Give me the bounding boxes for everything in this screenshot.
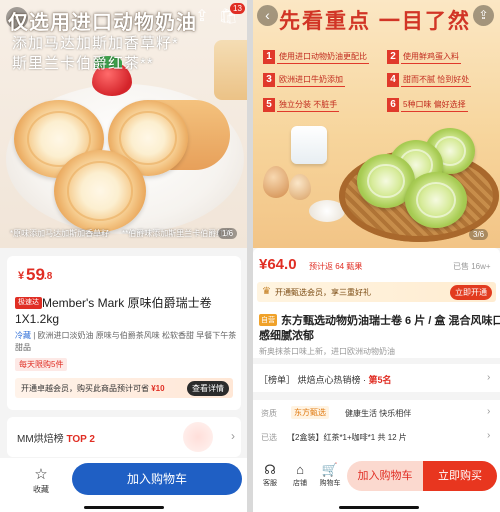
qualification-text: 健康生活 快乐相伴: [345, 409, 412, 418]
share-icon[interactable]: ⇪: [473, 5, 494, 26]
feature-item: 5 独立分装 不脏手: [263, 98, 340, 112]
cart-icon: 🛒: [321, 462, 339, 477]
product-hero-image[interactable]: ‹ 先看重点 一目了然 ⇪ 1 使用进口动物奶油更配比 2 使用鲜鸡蛋入料 3 欧洲进…: [253, 0, 500, 248]
sold-count: 已售 16w+: [453, 262, 491, 271]
image-pager: 3/6: [469, 229, 489, 240]
cart-count-badge: 13: [230, 3, 245, 14]
ranking-text: ［榜单］ 烘焙点心热销榜 · 第5名: [259, 375, 392, 385]
product-hero-image[interactable]: ‹ 仅选用进口动物奶油 添加马达加斯加香草籽* 斯里兰卡伯爵红茶** ⇪ 🛍 1…: [0, 0, 247, 248]
cake-roll-slice: [54, 150, 146, 232]
hero-title-line1: 仅选用进口动物奶油: [8, 12, 197, 34]
membership-banner[interactable]: 开通卓越会员，购买此商品预计可省 ¥10 查看详情: [15, 378, 233, 398]
open-membership-button[interactable]: 立即开通: [450, 285, 492, 300]
ranking-badge-icon: [183, 422, 213, 452]
spec-section: 资质 东方甄选 健康生活 快乐相伴 › 已选 【2盒装】红茶*1+咖啡*1 共 …: [253, 400, 500, 460]
selected-variant[interactable]: 【2盒装】红茶*1+咖啡*1 共 12 片: [287, 432, 407, 443]
milk-jug-image: [291, 126, 327, 164]
bottom-action-bar: ☆ 收藏 加入购物车: [0, 458, 247, 512]
qualification-label: 资质: [261, 409, 277, 418]
chevron-right-icon: ›: [231, 429, 235, 443]
shop-label: 店铺: [293, 480, 307, 487]
teacup-image: [214, 40, 247, 100]
product-name-line1: Member's Mark 原味伯爵瑞士卷: [42, 296, 212, 310]
membership-text: 开通卓越会员，购买此商品预计可省 ¥10: [21, 384, 165, 393]
cart-button[interactable]: 🛒 购物车: [317, 462, 343, 488]
product-name-line2: 感细腻浓郁: [259, 330, 314, 342]
qualification-badge: 东方甄选: [291, 406, 329, 419]
customer-service-label: 客服: [263, 480, 277, 487]
shop-icon: ⌂: [296, 462, 304, 477]
favorite-button[interactable]: ☆ 收藏: [26, 466, 56, 495]
back-button[interactable]: ‹: [257, 5, 278, 26]
self-operated-tag: 自营: [259, 314, 277, 326]
feature-item: 4 甜而不腻 恰到好处: [387, 73, 472, 87]
price-decimal: .8: [44, 271, 53, 282]
product-attributes-line2: 甜品: [15, 343, 31, 352]
purchase-limit-tag: 每天限购5件: [15, 358, 68, 371]
cart-label: 购物车: [319, 480, 341, 487]
product-attributes: 冷藏 | 欧洲进口淡奶油 原味与伯爵茶风味 松软香甜 早餐下午茶: [15, 330, 236, 341]
feature-item: 3 欧洲进口牛奶添加: [263, 73, 345, 87]
feature-item: 1 使用进口动物奶油更配比: [263, 50, 369, 64]
add-to-cart-button[interactable]: 加入购物车: [72, 463, 242, 495]
ranking-card[interactable]: MM烘焙榜 TOP 2 ›: [7, 417, 241, 457]
headset-icon: ☊: [264, 462, 276, 477]
express-tag: 极速达: [15, 297, 42, 309]
membership-saving: ¥10: [151, 384, 165, 393]
hero-title-line3: 斯里兰卡伯爵红茶**: [12, 55, 154, 72]
product-name-line1: 东方甄选动物奶油瑞士卷 6 片 / 盒 混合风味口: [281, 315, 500, 327]
cold-storage-tag: 冷藏: [15, 331, 31, 340]
egg-image: [263, 166, 289, 198]
crown-icon: ♛: [262, 286, 271, 297]
product-attributes-text: | 欧洲进口淡奶油 原味与伯爵茶风味 松软香甜 早餐下午茶: [31, 331, 237, 340]
product-name-line2: 1X1.2kg: [15, 312, 60, 326]
matcha-roll-slice: [405, 172, 467, 228]
chevron-right-icon: ›: [487, 372, 491, 383]
product-subtitle: 新奥抹茶口味上新，进口欧洲动物奶油: [259, 347, 395, 356]
ranking-row[interactable]: ［榜单］ 烘焙点心热销榜 · 第5名 ›: [253, 364, 500, 392]
home-indicator: [339, 506, 419, 509]
chevron-right-icon[interactable]: ›: [487, 430, 490, 441]
chevron-right-icon[interactable]: ›: [487, 406, 490, 417]
bottom-action-bar: ☊ 客服 ⌂ 店铺 🛒 购物车 加入购物车 立即购买: [253, 458, 500, 512]
membership-text: 开通甄选会员，享三重好礼: [275, 288, 371, 297]
left-product-page: ‹ 仅选用进口动物奶油 添加马达加斯加香草籽* 斯里兰卡伯爵红茶** ⇪ 🛍 1…: [0, 0, 247, 512]
rebate-note: 预计返 64 甄果: [309, 262, 363, 271]
product-info-card: ¥64.0 预计返 64 甄果 已售 16w+ ♛ 开通甄选会员，享三重好礼 立…: [253, 248, 500, 358]
hero-caption-left: *原味添加马达加斯加香草籽: [10, 229, 110, 238]
right-product-page: ‹ 先看重点 一目了然 ⇪ 1 使用进口动物奶油更配比 2 使用鲜鸡蛋入料 3 欧洲进…: [253, 0, 500, 512]
star-icon: ☆: [34, 466, 48, 483]
ranking-label: MM烘焙榜 TOP 2: [17, 434, 95, 445]
egg-image: [289, 174, 311, 200]
price-symbol: ¥: [18, 270, 25, 282]
product-info-card: ¥ 59 .8 极速达 Member's Mark 原味伯爵瑞士卷 1X1.2k…: [7, 256, 241, 410]
favorite-label: 收藏: [33, 485, 49, 494]
price: ¥64.0: [259, 256, 297, 273]
home-indicator: [84, 506, 164, 509]
add-to-cart-button[interactable]: 加入购物车: [347, 461, 423, 491]
buy-now-button[interactable]: 立即购买: [423, 461, 497, 491]
share-icon[interactable]: ⇪: [192, 7, 212, 27]
selected-label: 已选: [261, 433, 277, 442]
price-integer: 59: [26, 265, 45, 284]
ranking-value: TOP 2: [66, 434, 95, 445]
view-details-button[interactable]: 查看详情: [187, 381, 229, 396]
feature-item: 2 使用鲜鸡蛋入料: [387, 50, 461, 64]
hero-title-line2: 添加马达加斯加香草籽*: [12, 35, 179, 52]
hero-caption-right: **伯爵味添加斯里兰卡伯爵红茶: [122, 229, 233, 238]
membership-banner[interactable]: ♛ 开通甄选会员，享三重好礼 立即开通: [257, 282, 496, 302]
hero-title: 先看重点 一目了然: [279, 10, 471, 33]
ranking-value: 第5名: [368, 375, 392, 385]
shop-button[interactable]: ⌂ 店铺: [287, 462, 313, 488]
image-pager: 1/6: [218, 228, 238, 239]
feature-item: 6 5种口味 偏好选择: [387, 98, 468, 112]
customer-service-button[interactable]: ☊ 客服: [257, 462, 283, 488]
